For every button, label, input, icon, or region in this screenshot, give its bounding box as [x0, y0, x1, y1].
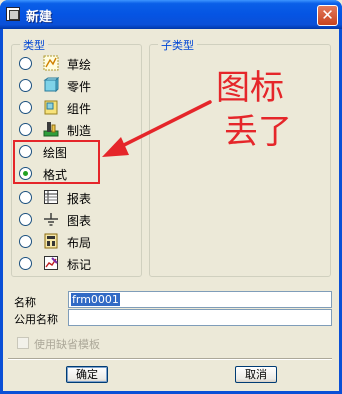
type-item-sketch[interactable]: 草绘: [19, 53, 109, 73]
diagram-icon: [43, 211, 59, 227]
common-name-input[interactable]: [68, 309, 332, 326]
close-button[interactable]: ✕: [317, 5, 338, 26]
assembly-icon: [43, 99, 59, 115]
radio-layout[interactable]: [19, 235, 32, 248]
type-label-report: 报表: [67, 192, 92, 206]
manufacturing-icon: [43, 121, 59, 137]
type-label-part: 零件: [67, 80, 92, 94]
radio-report[interactable]: [19, 191, 32, 204]
type-item-assembly[interactable]: 组件: [19, 97, 109, 117]
annotation-line-2: 丢了: [224, 112, 292, 152]
type-label-manufacturing: 制造: [67, 124, 92, 138]
missing-icons-highlight: [13, 140, 100, 184]
radio-markup[interactable]: [19, 257, 32, 270]
radio-manufacturing[interactable]: [19, 123, 32, 136]
bottom-separator: [8, 358, 332, 360]
common-name-label: 公用名称: [14, 313, 58, 326]
type-label-markup: 标记: [67, 258, 92, 272]
dialog-title: 新建: [26, 10, 53, 25]
report-icon: [43, 189, 59, 205]
type-label-assembly: 组件: [67, 102, 92, 116]
part-icon: [43, 77, 59, 93]
type-item-report[interactable]: 报表: [19, 187, 109, 207]
name-input[interactable]: frm0001: [68, 291, 332, 308]
title-bar[interactable]: 新建 ✕: [0, 0, 342, 29]
annotation-text: 图标 丢了: [216, 66, 336, 154]
type-item-diagram[interactable]: 图表: [19, 209, 109, 229]
type-label-layout: 布局: [67, 236, 92, 250]
type-item-layout[interactable]: 布局: [19, 231, 109, 251]
type-label-sketch: 草绘: [67, 58, 92, 72]
use-default-template-checkbox[interactable]: [17, 337, 29, 349]
type-item-manufacturing[interactable]: 制造: [19, 119, 109, 139]
sketch-icon: [43, 55, 59, 71]
markup-icon: [43, 255, 59, 271]
name-input-value: frm0001: [71, 293, 120, 306]
name-label: 名称: [14, 296, 36, 309]
ok-button[interactable]: 确定: [66, 366, 108, 383]
type-label-diagram: 图表: [67, 214, 92, 228]
type-group-legend: 类型: [20, 37, 48, 53]
annotation-line-1: 图标: [216, 68, 284, 108]
use-default-template-label: 使用缺省模板: [34, 338, 100, 351]
type-item-part[interactable]: 零件: [19, 75, 109, 95]
radio-sketch[interactable]: [19, 57, 32, 70]
subtype-group-legend: 子类型: [158, 37, 197, 53]
type-item-markup[interactable]: 标记: [19, 253, 109, 273]
radio-diagram[interactable]: [19, 213, 32, 226]
radio-assembly[interactable]: [19, 101, 32, 114]
layout-icon: [43, 233, 59, 249]
app-window-icon: [6, 7, 20, 21]
radio-part[interactable]: [19, 79, 32, 92]
cancel-button[interactable]: 取消: [235, 366, 277, 383]
